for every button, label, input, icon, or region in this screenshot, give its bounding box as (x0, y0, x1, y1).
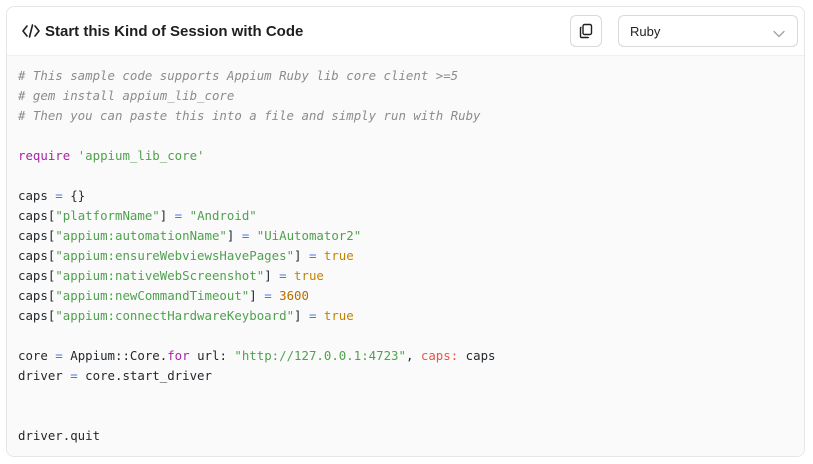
code-token: "appium:newCommandTimeout" (55, 288, 250, 303)
code-token: = (301, 248, 324, 263)
code-token: = (167, 208, 190, 223)
code-token: # This sample code supports Appium Ruby … (18, 68, 459, 83)
code-line: caps["appium:ensureWebviewsHavePages"] =… (18, 246, 804, 266)
code-token: "appium:ensureWebviewsHavePages" (55, 248, 295, 263)
code-line: caps["appium:connectHardwareKeyboard"] =… (18, 306, 804, 326)
code-token: 3600 (279, 288, 309, 303)
code-token: Appium::Core. (70, 348, 168, 363)
code-token: ] (294, 308, 302, 323)
code-token: driver.quit (18, 428, 101, 443)
code-token: true (323, 248, 354, 263)
code-token: true (294, 268, 324, 283)
code-token: ] (249, 288, 257, 303)
code-token: caps[ (18, 228, 56, 243)
code-token: # gem install appium_lib_core (18, 88, 235, 103)
code-line: caps["appium:nativeWebScreenshot"] = tru… (18, 266, 804, 286)
code-token: , (405, 348, 421, 363)
code-token: core.start_driver (85, 368, 212, 383)
code-token: url: (189, 348, 235, 363)
code-block[interactable]: # This sample code supports Appium Ruby … (7, 56, 804, 456)
code-token: core (18, 348, 48, 363)
code-token: # Then you can paste this into a file an… (18, 108, 481, 123)
code-line: caps = {} (18, 186, 804, 206)
code-token: caps[ (18, 248, 56, 263)
code-token: = (271, 268, 295, 283)
code-line: # Then you can paste this into a file an… (18, 106, 804, 126)
code-token: caps[ (18, 308, 56, 323)
code-line: caps["platformName"] = "Android" (18, 206, 804, 226)
code-token: = (62, 368, 86, 383)
code-token: "appium:nativeWebScreenshot" (55, 268, 265, 283)
code-line: driver.quit (18, 426, 804, 446)
code-line: # gem install appium_lib_core (18, 86, 804, 106)
code-token: caps: (420, 348, 459, 363)
code-token: caps (18, 188, 48, 203)
code-token: for (167, 348, 190, 363)
chevron-down-icon (773, 26, 785, 38)
copy-code-button[interactable] (570, 15, 602, 47)
code-token: caps[ (18, 268, 56, 283)
language-select[interactable]: Ruby (618, 15, 798, 47)
code-token: = (301, 308, 324, 323)
code-token: = (47, 348, 71, 363)
code-line: require 'appium_lib_core' (18, 146, 804, 166)
code-token: = (47, 188, 71, 203)
panel-header: Start this Kind of Session with Code Rub… (7, 7, 804, 56)
title-wrap: Start this Kind of Session with Code (22, 22, 303, 40)
code-line: driver = core.start_driver (18, 366, 804, 386)
code-token: "appium:connectHardwareKeyboard" (55, 308, 295, 323)
code-token: "Android" (189, 208, 257, 223)
code-token: ] (294, 248, 302, 263)
code-line: # This sample code supports Appium Ruby … (18, 66, 804, 86)
page-title: Start this Kind of Session with Code (45, 22, 304, 40)
code-token: {} (70, 188, 86, 203)
code-token: = (234, 228, 257, 243)
code-token: "http://127.0.0.1:4723" (234, 348, 406, 363)
code-line: caps["appium:newCommandTimeout"] = 3600 (18, 286, 804, 306)
code-token: "platformName" (55, 208, 160, 223)
code-token: "appium:automationName" (55, 228, 227, 243)
code-token: require (18, 148, 71, 163)
code-token: driver (18, 368, 63, 383)
code-token: true (323, 308, 354, 323)
code-session-panel: Start this Kind of Session with Code Rub… (6, 6, 805, 457)
code-line: caps["appium:automationName"] = "UiAutom… (18, 226, 804, 246)
code-token: 'appium_lib_core' (77, 148, 205, 163)
code-line: core = Appium::Core.for url: "http://127… (18, 346, 804, 366)
code-token: "UiAutomator2" (256, 228, 362, 243)
code-token: caps (458, 348, 496, 363)
code-icon (22, 22, 40, 40)
copy-icon (578, 23, 594, 39)
language-select-value: Ruby (630, 23, 661, 39)
code-token: = (256, 288, 280, 303)
code-token: caps[ (18, 208, 56, 223)
code-token: ] (264, 268, 272, 283)
code-token: caps[ (18, 288, 56, 303)
